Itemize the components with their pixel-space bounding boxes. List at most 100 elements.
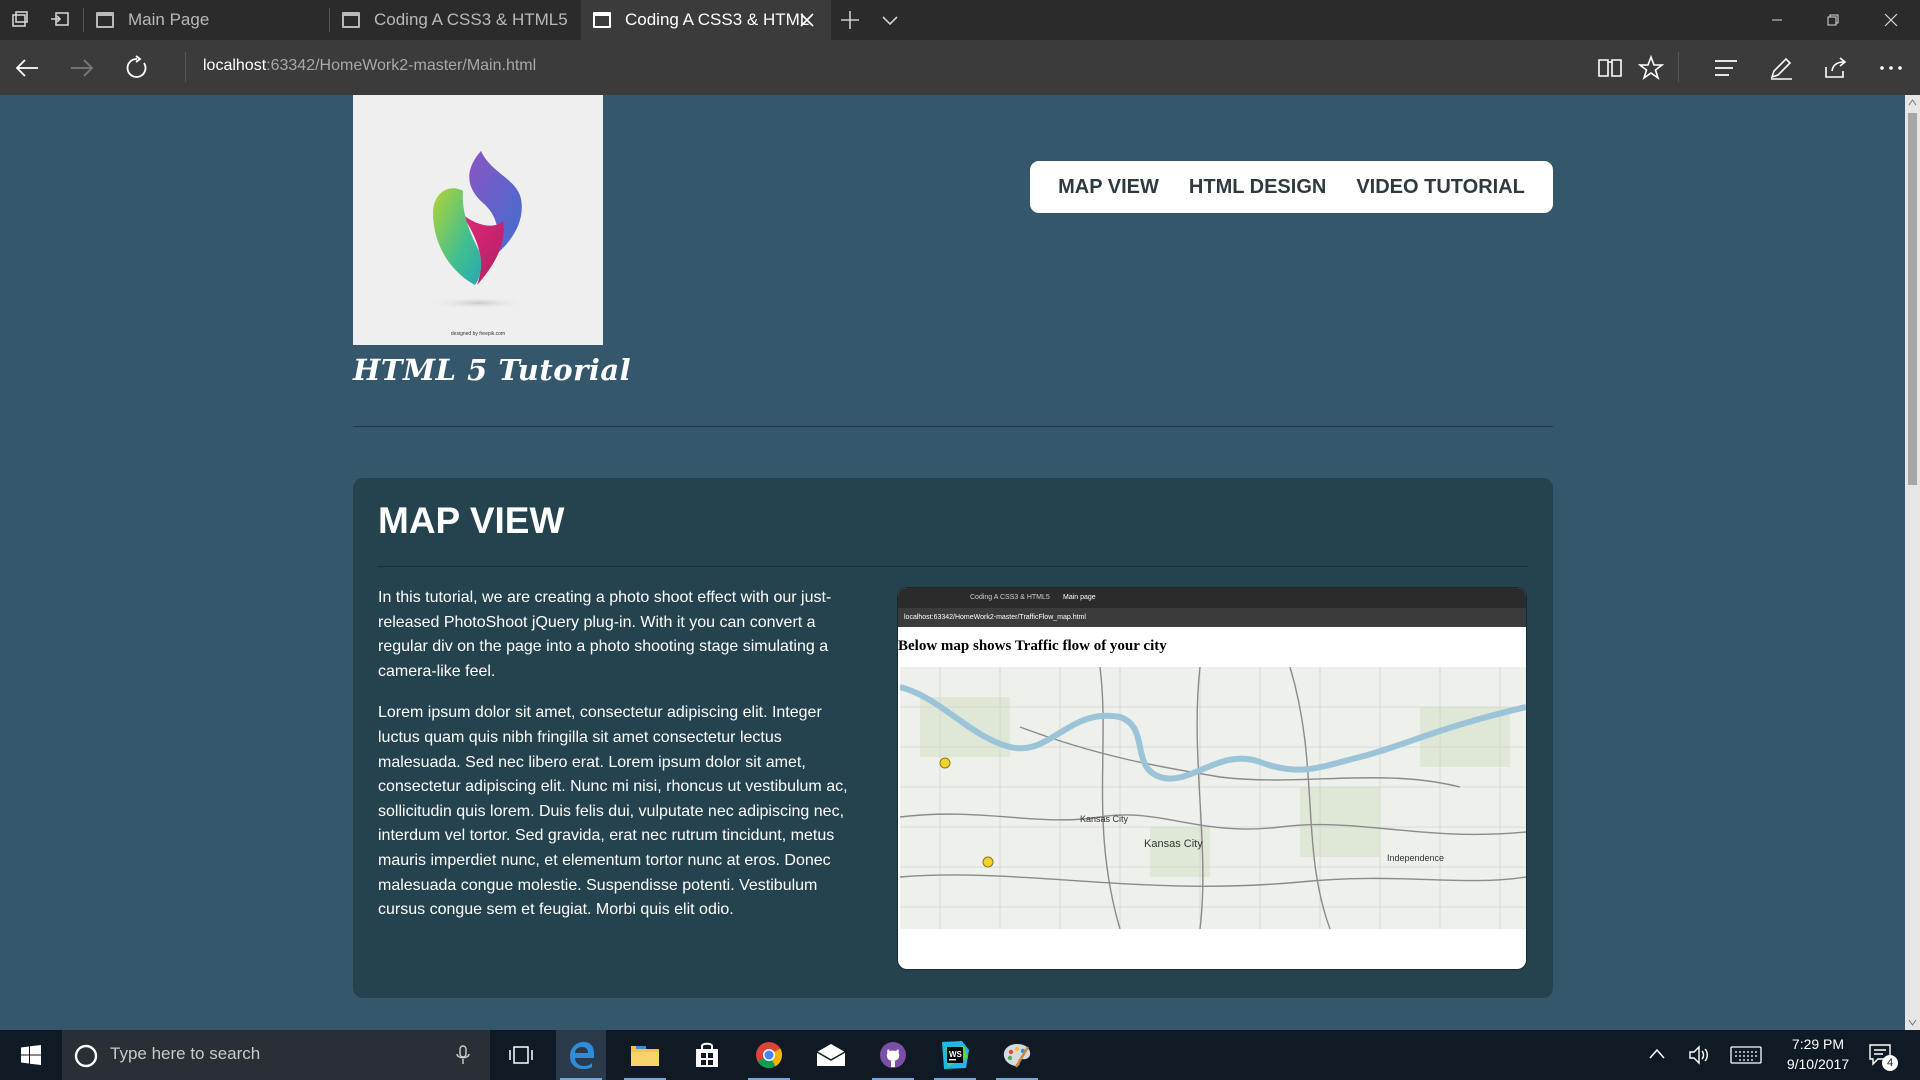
windows-logo-icon (21, 1045, 41, 1065)
volume-button[interactable] (1688, 1045, 1710, 1070)
back-arrow-icon (15, 59, 38, 77)
map-label: Independence (1387, 853, 1444, 863)
screenshot-tab-active: Main page (1063, 594, 1096, 601)
page-icon (96, 12, 114, 28)
action-center-button[interactable]: 4 (1868, 1043, 1898, 1071)
flame-logo-icon (428, 151, 528, 309)
taskbar-file-explorer[interactable] (620, 1030, 670, 1080)
screenshot-tab: Coding A CSS3 & HTML5 (970, 594, 1050, 601)
set-aside-tabs-icon[interactable] (48, 8, 72, 32)
show-hidden-icons[interactable] (1648, 1047, 1666, 1066)
section-divider (378, 566, 1528, 567)
touch-keyboard-button[interactable] (1730, 1046, 1762, 1069)
task-view-icon (509, 1046, 533, 1064)
reading-view-button[interactable] (1595, 53, 1625, 83)
folder-icon (631, 1046, 659, 1066)
taskbar-search[interactable]: Type here to search (62, 1030, 490, 1080)
chevron-up-icon (1649, 1048, 1665, 1059)
start-button[interactable] (6, 1030, 56, 1080)
tab-manager-icon[interactable] (8, 8, 32, 32)
restore-button[interactable] (1810, 0, 1856, 40)
top-navigation: MAP VIEW HTML DESIGN VIDEO TUTORIAL (1030, 161, 1553, 213)
address-bar: localhost:63342/HomeWork2-master/Main.ht… (0, 40, 1920, 95)
refresh-button[interactable] (122, 53, 152, 83)
back-button[interactable] (12, 53, 42, 83)
web-note-button[interactable] (1766, 53, 1796, 83)
map-label: Kansas City (1080, 814, 1129, 824)
hub-button[interactable] (1711, 53, 1741, 83)
hub-icon (1715, 60, 1737, 76)
scrollbar-thumb[interactable] (1908, 113, 1917, 485)
taskbar-chrome[interactable] (744, 1030, 794, 1080)
search-placeholder: Type here to search (110, 1044, 261, 1063)
taskbar-mail[interactable] (806, 1030, 856, 1080)
close-tab-icon[interactable] (797, 10, 817, 30)
taskbar-store[interactable] (682, 1030, 732, 1080)
url-path: :63342/HomeWork2-master/Main.html (266, 57, 537, 74)
taskbar-github[interactable] (868, 1030, 918, 1080)
chrome-icon (756, 1042, 783, 1069)
tab-preview-chevron-icon[interactable] (878, 8, 902, 32)
tab-label: Coding A CSS3 & HTML5 (374, 10, 568, 29)
tab-coding-css3-html5[interactable]: Coding A CSS3 & HTML5 (330, 0, 580, 40)
screenshot-addressbar: localhost:63342/HomeWork2-master/Traffic… (898, 608, 1526, 627)
edge-icon (570, 1042, 594, 1069)
scroll-up-icon (1908, 99, 1917, 106)
minimize-icon (1772, 19, 1782, 21)
github-icon (880, 1042, 906, 1068)
more-button[interactable] (1876, 53, 1906, 83)
clock-time[interactable]: 7:29 PM (1768, 1036, 1868, 1052)
taskbar-webstorm[interactable]: WS (930, 1030, 980, 1080)
favorite-button[interactable] (1636, 53, 1666, 83)
paragraph: Lorem ipsum dolor sit amet, consectetur … (378, 704, 848, 919)
new-tab-icon[interactable] (838, 8, 862, 32)
page-icon (342, 12, 360, 28)
site-title: HTML 5 Tutorial (353, 353, 632, 387)
svg-text:WS: WS (949, 1050, 963, 1059)
store-bag-icon (696, 1042, 718, 1067)
section-title: MAP VIEW (378, 500, 565, 541)
reading-view-icon (1598, 59, 1622, 77)
close-window-button[interactable] (1868, 0, 1914, 40)
restore-icon (1827, 14, 1839, 26)
nav-map-view[interactable]: MAP VIEW (1058, 176, 1159, 199)
taskbar-edge[interactable] (556, 1030, 606, 1080)
tab-label: Coding A CSS3 & HTML (625, 10, 810, 29)
url-field[interactable]: localhost:63342/HomeWork2-master/Main.ht… (203, 57, 536, 75)
notification-badge: 4 (1882, 1055, 1898, 1071)
screenshot-url: localhost:63342/HomeWork2-master/Traffic… (904, 614, 1086, 621)
screenshot-titlebar: Coding A CSS3 & HTML5 Main page (898, 588, 1526, 608)
map-screenshot-image: Coding A CSS3 & HTML5 Main page localhos… (897, 587, 1527, 970)
minimize-button[interactable] (1754, 0, 1800, 40)
section-text: In this tutorial, we are creating a phot… (378, 586, 863, 923)
paragraph: In this tutorial, we are creating a phot… (378, 589, 832, 680)
task-view-button[interactable] (496, 1030, 546, 1080)
paint-palette-icon (1003, 1044, 1031, 1068)
vertical-scrollbar[interactable] (1905, 95, 1920, 1030)
taskbar: Type here to search WS 7:29 PM 9/10/2017… (0, 1030, 1920, 1080)
city-map: Kansas City Kansas City Independence (899, 666, 1526, 930)
clock-date[interactable]: 9/10/2017 (1768, 1056, 1868, 1072)
taskbar-paint[interactable] (992, 1030, 1042, 1080)
speaker-icon (1689, 1045, 1708, 1065)
page-icon (593, 12, 611, 28)
more-dots-icon (1880, 66, 1902, 70)
keyboard-icon (1730, 1046, 1762, 1064)
nav-video-tutorial[interactable]: VIDEO TUTORIAL (1356, 176, 1525, 199)
header-divider (353, 426, 1553, 427)
url-host: localhost (203, 57, 267, 74)
page-viewport: designed by freepik.com HTML 5 Tutorial … (0, 95, 1905, 1030)
share-icon (1825, 57, 1847, 78)
logo-credit: designed by freepik.com (450, 331, 506, 337)
tab-coding-css3-html-active[interactable]: Coding A CSS3 & HTML (581, 0, 831, 40)
nav-html-design[interactable]: HTML DESIGN (1189, 176, 1326, 199)
mail-icon (816, 1044, 846, 1066)
webstorm-icon: WS (942, 1041, 969, 1069)
share-button[interactable] (1821, 53, 1851, 83)
screenshot-heading: Below map shows Traffic flow of your cit… (898, 638, 1167, 654)
pen-icon (1770, 57, 1792, 80)
title-bar: Main Page Coding A CSS3 & HTML5 Coding A… (0, 0, 1920, 40)
forward-button[interactable] (67, 53, 97, 83)
cortana-circle-icon (74, 1044, 98, 1068)
tab-main-page[interactable]: Main Page (84, 0, 329, 40)
